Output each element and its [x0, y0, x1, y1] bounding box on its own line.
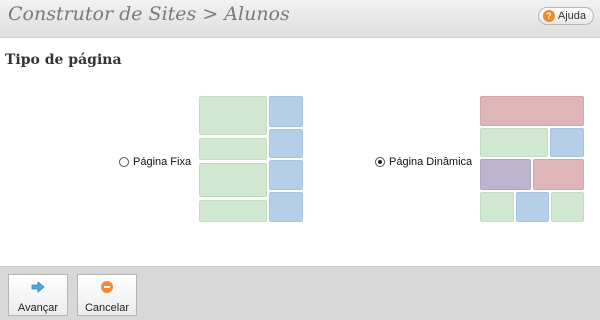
- preview-block: [199, 200, 267, 222]
- option-pagina-dinamica[interactable]: Página Dinâmica: [375, 156, 472, 168]
- next-button[interactable]: Avançar: [8, 274, 68, 316]
- preview-block: [199, 138, 267, 160]
- help-label: Ajuda: [557, 10, 586, 22]
- preview-block: [516, 192, 549, 222]
- preview-block: [533, 159, 584, 190]
- preview-block: [550, 128, 584, 157]
- preview-block: [269, 160, 303, 190]
- radio-pagina-fixa[interactable]: [119, 157, 129, 167]
- preview-block: [480, 192, 514, 222]
- cancel-button-label: Cancelar: [84, 302, 130, 314]
- page-title: Construtor de Sites > Alunos: [8, 3, 290, 25]
- preview-block: [551, 192, 584, 222]
- radio-pagina-dinamica[interactable]: [375, 157, 385, 167]
- preview-block: [480, 96, 584, 126]
- cancel-button[interactable]: Cancelar: [77, 274, 137, 316]
- dynamic-page-preview: [480, 96, 584, 222]
- preview-block: [480, 128, 548, 157]
- section-title: Tipo de página: [5, 52, 122, 68]
- fixed-page-preview: [199, 96, 303, 223]
- minus-circle-icon: [101, 281, 113, 293]
- preview-block: [269, 129, 303, 158]
- option-pagina-fixa-label: Página Fixa: [133, 156, 192, 168]
- preview-block: [199, 163, 267, 197]
- header-bar: Construtor de Sites > Alunos ? Ajuda: [0, 0, 600, 38]
- next-button-label: Avançar: [17, 302, 59, 314]
- preview-block: [199, 96, 267, 135]
- footer-bar: Avançar Cancelar: [0, 266, 600, 320]
- preview-block: [269, 192, 303, 222]
- help-icon: ?: [542, 10, 555, 22]
- help-button[interactable]: ? Ajuda: [537, 7, 594, 25]
- preview-block: [480, 159, 531, 190]
- preview-block: [269, 96, 303, 127]
- option-pagina-fixa[interactable]: Página Fixa: [119, 156, 191, 168]
- option-pagina-dinamica-label: Página Dinâmica: [389, 156, 473, 168]
- arrow-right-icon: [31, 281, 45, 293]
